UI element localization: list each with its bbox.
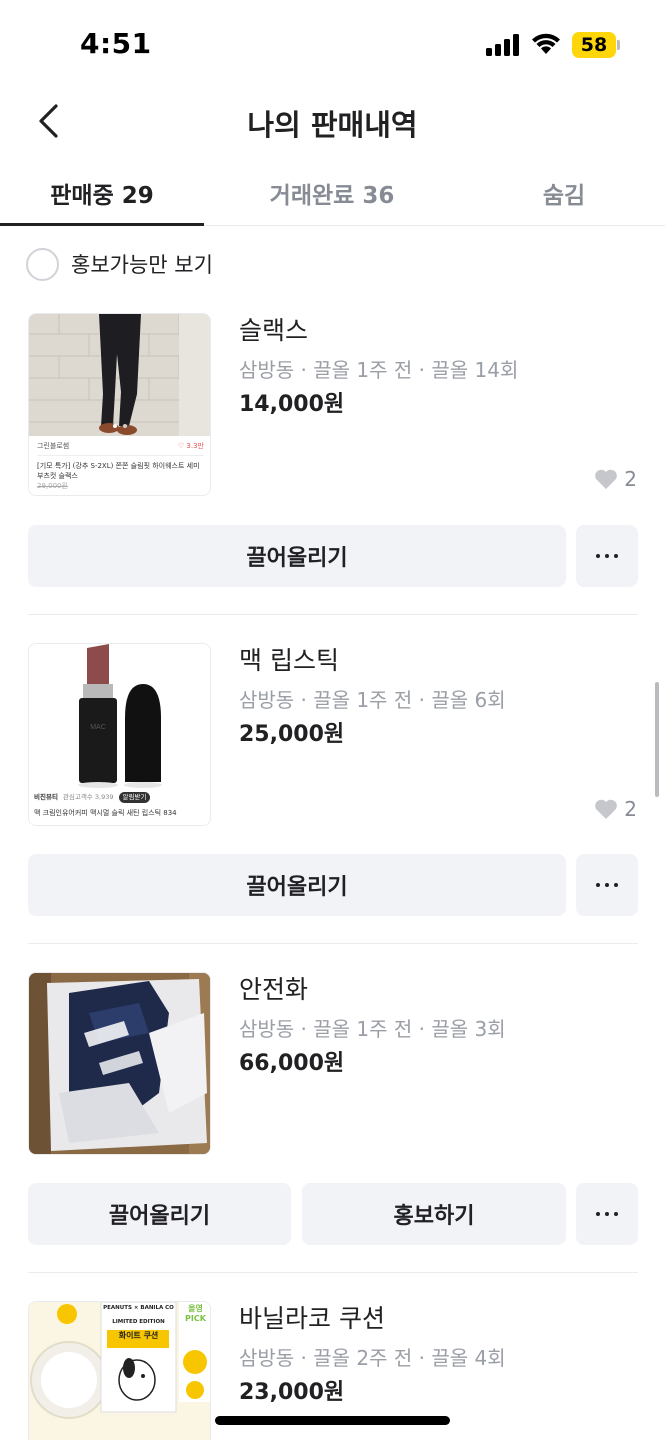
- home-indicator[interactable]: [215, 1416, 450, 1425]
- item-meta: 삼방동 · 끌올 1주 전 · 끌올 3회: [239, 1017, 506, 1041]
- item-info: 맥 립스틱 삼방동 · 끌올 1주 전 · 끌올 6회 25,000원: [239, 643, 506, 751]
- item-meta: 삼방동 · 끌올 2주 전 · 끌올 4회: [239, 1346, 506, 1370]
- item-meta: 삼방동 · 끌올 1주 전 · 끌올 14회: [239, 358, 519, 382]
- item-title[interactable]: 안전화: [239, 972, 506, 1010]
- thumb-subscriber-count: 관심고객수 3,939: [62, 793, 114, 801]
- more-options-button[interactable]: [576, 854, 638, 916]
- item-title[interactable]: 슬랙스: [239, 313, 518, 351]
- item-info: 안전화 삼방동 · 끌올 1주 전 · 끌올 3회 66,000원: [239, 972, 506, 1080]
- page-title: 나의 판매내역: [247, 108, 418, 142]
- item-meta: 삼방동 · 끌올 1주 전 · 끌올 6회: [239, 688, 506, 712]
- thumb-like-count: ♡ 3.3만: [177, 442, 204, 450]
- item-thumbnail[interactable]: PEANUTS × BANILA CO LIMITED EDITION 화이트 …: [28, 1301, 211, 1440]
- item-title[interactable]: 바닐라코 쿠션: [239, 1301, 506, 1339]
- tab-hidden[interactable]: 숨김: [462, 160, 665, 225]
- item-info: 바닐라코 쿠션 삼방동 · 끌올 2주 전 · 끌올 4회 23,000원: [239, 1301, 506, 1409]
- item-info: 슬랙스 삼방동 · 끌올 1주 전 · 끌올 14회 14,000원: [239, 313, 518, 421]
- tab-completed[interactable]: 거래완료 36: [221, 160, 443, 225]
- thumb-product-name: 화이트 쿠션: [118, 1331, 159, 1340]
- scrollbar[interactable]: [655, 682, 659, 797]
- safety-shoes-photo: [29, 973, 210, 1154]
- item-title[interactable]: 맥 립스틱: [239, 643, 506, 681]
- divider: [28, 1272, 638, 1273]
- bump-button[interactable]: 끌어올리기: [28, 854, 566, 916]
- lipstick-brand: MAC: [90, 724, 106, 731]
- battery-icon: 58: [572, 32, 620, 58]
- heart-icon: [595, 799, 618, 819]
- header: 나의 판매내역: [0, 90, 665, 152]
- bump-button[interactable]: 끌어올리기: [28, 525, 566, 587]
- like-count: 2: [594, 467, 637, 491]
- item-price: 66,000원: [239, 1051, 345, 1076]
- item-price: 23,000원: [239, 1380, 345, 1405]
- divider: [28, 614, 638, 615]
- tab-selling[interactable]: 판매중 29: [0, 160, 204, 225]
- thumb-product-title: [기모 특가] (강추 S-2XL) 쫀쫀 슬림핏 하이웨스트 세미 부츠컷 슬…: [37, 462, 200, 480]
- active-tab-indicator: [0, 223, 204, 226]
- bump-button[interactable]: 끌어올리기: [28, 1183, 291, 1245]
- status-time: 4:51: [80, 27, 152, 60]
- promotable-filter[interactable]: 홍보가능만 보기: [26, 246, 213, 282]
- more-options-button[interactable]: [576, 525, 638, 587]
- thumb-brand: PEANUTS × BANILA CO: [103, 1305, 174, 1311]
- thumb-edition: LIMITED EDITION: [112, 1319, 165, 1325]
- divider: [28, 943, 638, 944]
- item-thumbnail[interactable]: 그린블로썸 ♡ 3.3만 [기모 특가] (강추 S-2XL) 쫀쫀 슬림핏 하…: [28, 313, 211, 496]
- item-price: 14,000원: [239, 392, 345, 417]
- thumb-shop-name: 그린블로썸: [37, 442, 70, 450]
- like-count: 2: [594, 797, 637, 821]
- heart-icon: [595, 469, 618, 489]
- status-bar: 4:51 58: [0, 0, 665, 90]
- promotable-checkbox[interactable]: [26, 247, 59, 281]
- thumb-pick-badge: 올영 PICK: [185, 1304, 206, 1323]
- thumb-price: 29,000원: [37, 482, 68, 490]
- promote-button[interactable]: 홍보하기: [302, 1183, 566, 1245]
- tab-bar: 판매중 29 거래완료 36 숨김: [0, 160, 665, 226]
- cellular-signal-icon: [486, 34, 522, 56]
- item-thumbnail[interactable]: MAC 비진뷰티 관심고객수 3,939 알림받기 맥 크림인유어커피 맥시멀 …: [28, 643, 211, 826]
- thumb-product-title: 맥 크림인유어커피 맥시멀 슬릭 새틴 립스틱 834: [34, 809, 177, 817]
- thumb-notify-badge: 알림받기: [118, 792, 151, 803]
- battery-level: 58: [572, 32, 616, 58]
- item-thumbnail[interactable]: [28, 972, 211, 1155]
- wifi-icon: [530, 30, 562, 56]
- item-price: 25,000원: [239, 722, 345, 747]
- thumb-shop-name: 비진뷰티: [34, 793, 58, 801]
- more-options-button[interactable]: [576, 1183, 638, 1245]
- promotable-filter-label: 홍보가능만 보기: [71, 253, 213, 277]
